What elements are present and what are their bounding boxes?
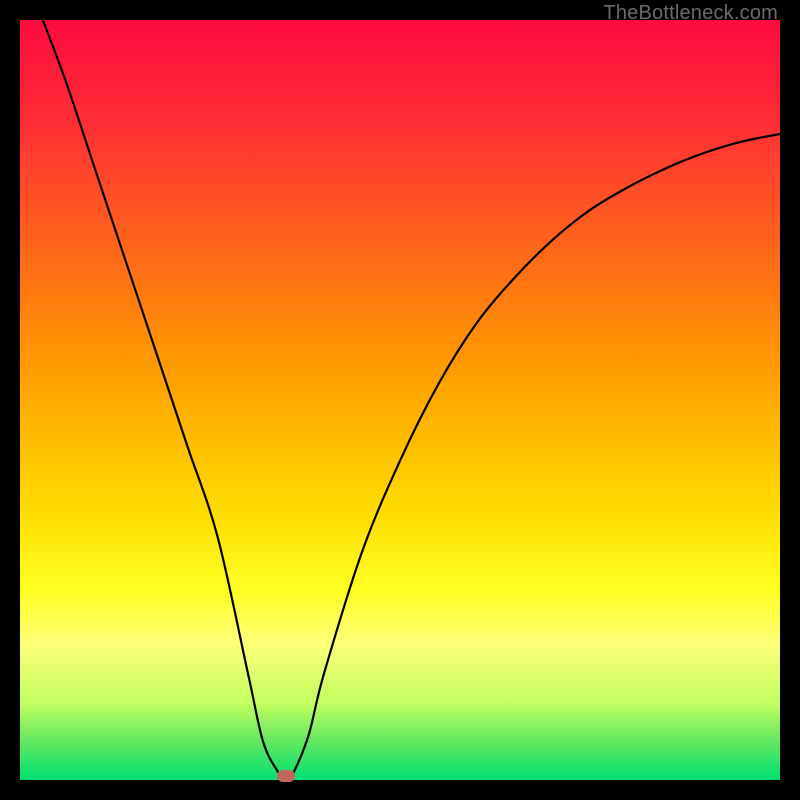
chart-background-gradient	[20, 20, 780, 780]
chart-frame	[20, 20, 780, 780]
minimum-point-marker	[277, 770, 295, 782]
